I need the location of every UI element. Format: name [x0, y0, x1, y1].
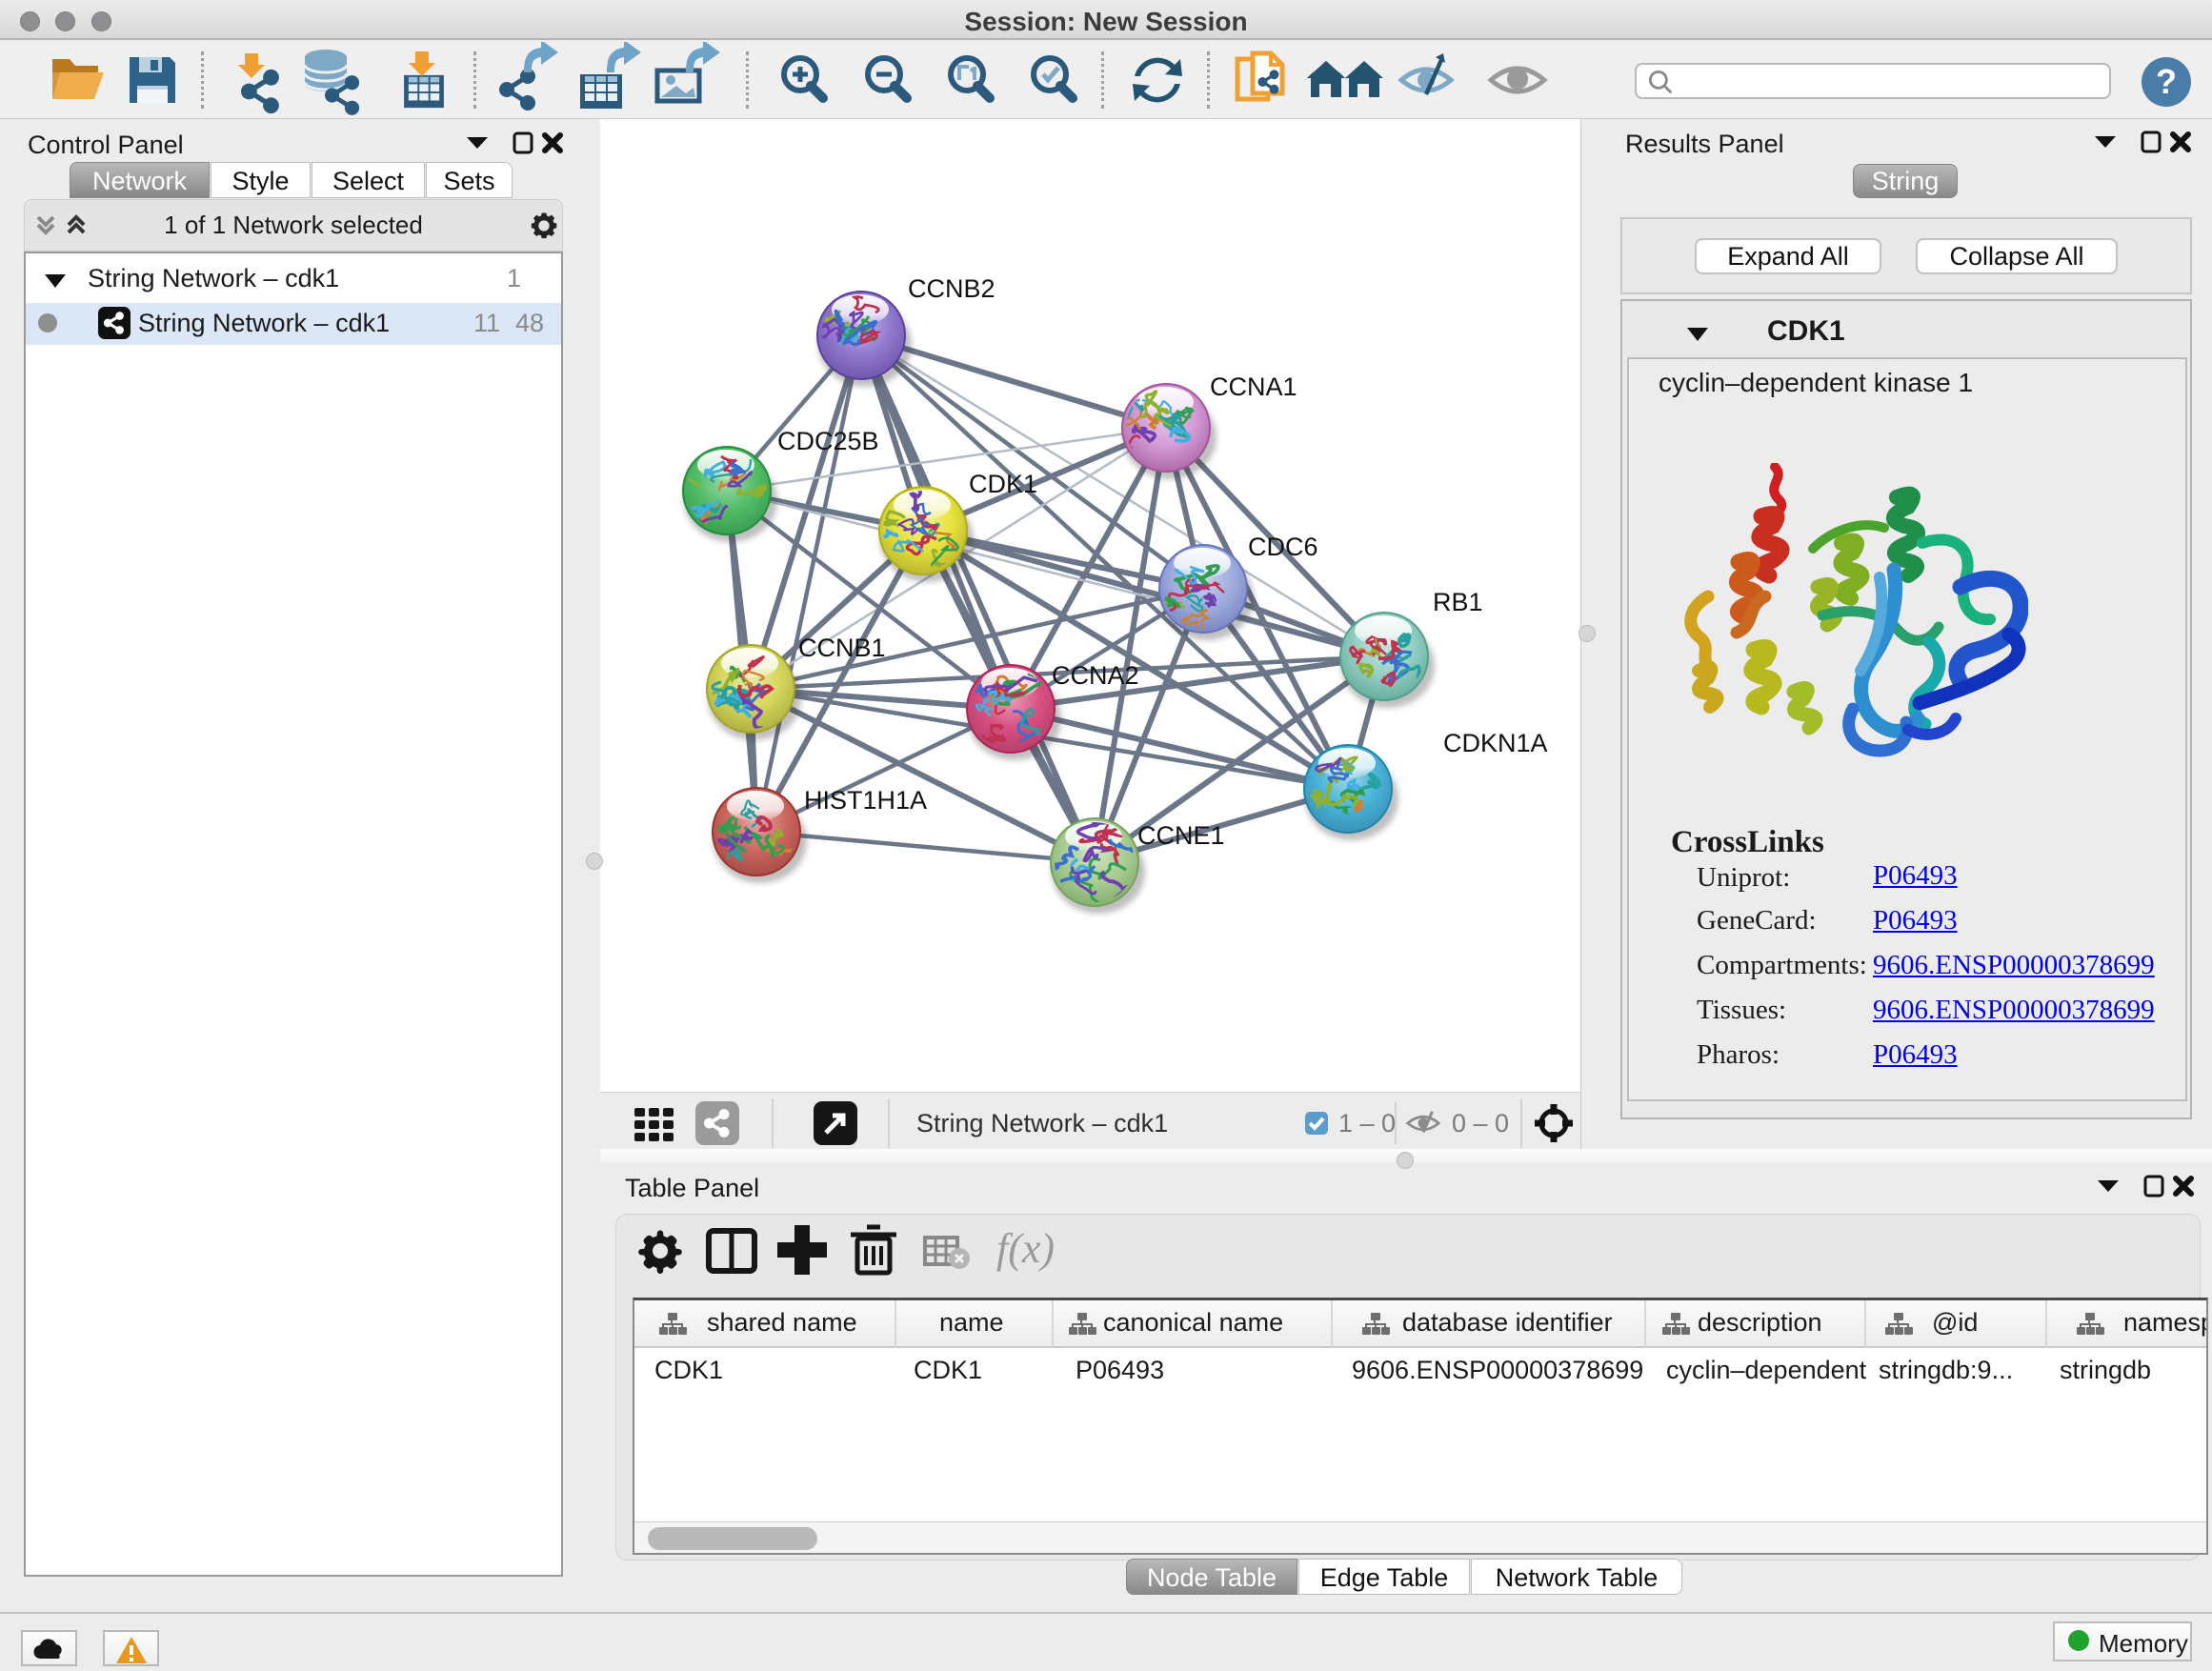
svg-text:RB1: RB1 — [1433, 588, 1483, 616]
svg-text:CCNA2: CCNA2 — [1052, 661, 1139, 690]
svg-text:CDC6: CDC6 — [1248, 533, 1318, 561]
svg-text:CDKN1A: CDKN1A — [1443, 729, 1548, 757]
svg-text:CCNE1: CCNE1 — [1137, 821, 1225, 850]
svg-text:CCNB2: CCNB2 — [908, 274, 995, 303]
svg-text:CCNA1: CCNA1 — [1210, 372, 1297, 401]
svg-text:HIST1H1A: HIST1H1A — [804, 786, 927, 815]
svg-text:CCNB1: CCNB1 — [798, 634, 886, 662]
svg-text:f(x): f(x) — [996, 1225, 1055, 1272]
svg-text:?: ? — [2156, 62, 2177, 101]
svg-text:CDC25B: CDC25B — [777, 427, 879, 455]
svg-text:CDK1: CDK1 — [969, 470, 1037, 498]
